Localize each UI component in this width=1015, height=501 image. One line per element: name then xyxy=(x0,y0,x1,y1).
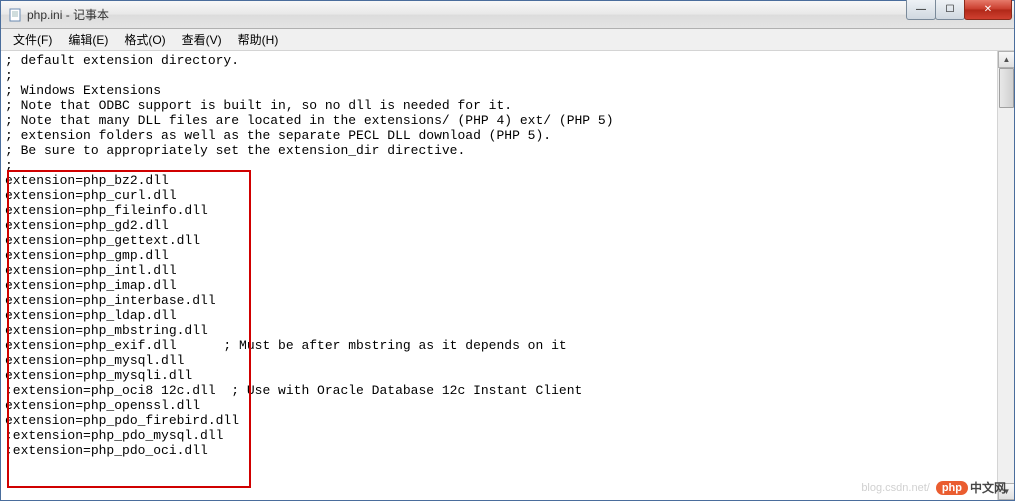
notepad-icon xyxy=(7,7,23,23)
vertical-scrollbar[interactable]: ▲ ▼ xyxy=(997,51,1014,500)
scroll-up-button[interactable]: ▲ xyxy=(998,51,1014,68)
scroll-thumb[interactable] xyxy=(999,68,1014,108)
php-logo-icon: php xyxy=(936,481,968,495)
window-controls: — ☐ ✕ xyxy=(907,0,1012,20)
menu-edit[interactable]: 编辑(E) xyxy=(60,29,116,50)
watermark: blog.csdn.net/ php 中文网 xyxy=(861,479,1006,496)
window-title: php.ini - 记事本 xyxy=(27,6,1014,23)
menu-file[interactable]: 文件(F) xyxy=(5,29,60,50)
watermark-label: 中文网 xyxy=(970,479,1006,496)
titlebar: php.ini - 记事本 — ☐ ✕ xyxy=(1,1,1014,29)
text-editor[interactable]: ; default extension directory. ; ; Windo… xyxy=(1,51,1014,460)
menubar: 文件(F) 编辑(E) 格式(O) 查看(V) 帮助(H) xyxy=(1,29,1014,51)
menu-format[interactable]: 格式(O) xyxy=(116,29,173,50)
close-button[interactable]: ✕ xyxy=(964,0,1012,20)
maximize-button[interactable]: ☐ xyxy=(935,0,965,20)
menu-help[interactable]: 帮助(H) xyxy=(230,29,287,50)
watermark-url: blog.csdn.net/ xyxy=(861,482,930,494)
menu-view[interactable]: 查看(V) xyxy=(174,29,230,50)
minimize-button[interactable]: — xyxy=(906,0,936,20)
content-area: ; default extension directory. ; ; Windo… xyxy=(1,51,1014,500)
